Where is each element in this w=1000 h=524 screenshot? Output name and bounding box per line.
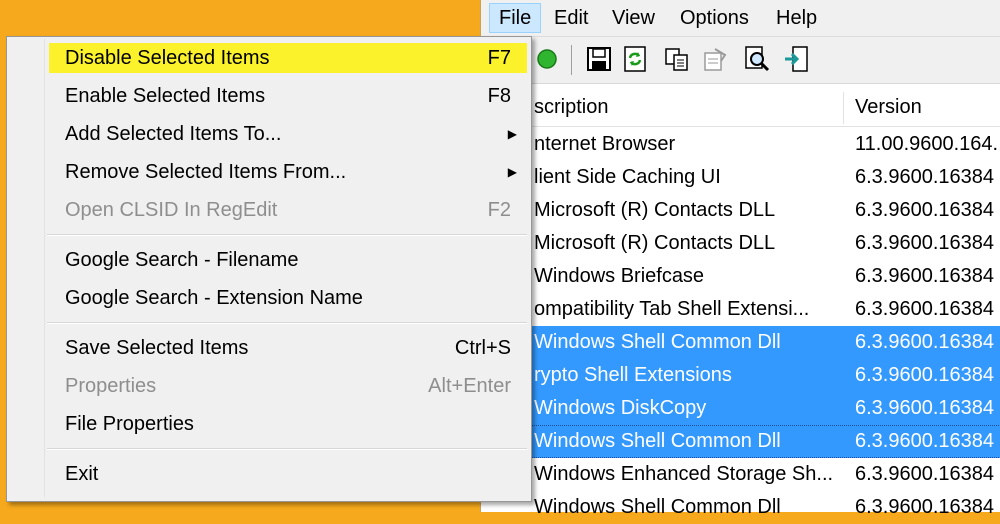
menu-edit[interactable]: Edit xyxy=(545,3,597,33)
row-description: Microsoft (R) Contacts DLL xyxy=(534,232,776,254)
menu-separator xyxy=(47,448,527,450)
menu-item-label: File Properties xyxy=(65,413,194,435)
menu-item-google-extension[interactable]: Google Search - Extension Name xyxy=(9,281,527,315)
toolbar-separator xyxy=(571,45,572,75)
column-version-header[interactable]: Version xyxy=(855,88,922,126)
table-row[interactable]: Windows DiskCopy 6.3.9600.16384 ... xyxy=(481,392,1000,425)
table-row[interactable]: nternet Browser 11.00.9600.164... xyxy=(481,128,1000,161)
row-version: 6.3.9600.16384 ... xyxy=(855,166,1000,188)
row-description: Windows Enhanced Storage Sh... xyxy=(534,463,834,485)
copy-icon[interactable] xyxy=(663,45,691,73)
menu-item-open-clsid: Open CLSID In RegEdit F2 xyxy=(9,193,527,227)
table-row[interactable]: Windows Enhanced Storage Sh... 6.3.9600.1… xyxy=(481,458,1000,491)
menu-item-properties: Properties Alt+Enter xyxy=(9,369,527,403)
app-window: File Edit View Options Help scription Ve… xyxy=(480,0,1000,518)
row-version: 6.3.9600.16384 ... xyxy=(855,298,1000,320)
file-menu: Disable Selected Items F7 Enable Selecte… xyxy=(6,36,532,502)
row-description: Microsoft (R) Contacts DLL xyxy=(534,199,776,221)
list-header: scription Version xyxy=(481,88,1000,127)
menu-item-shortcut: F8 xyxy=(487,85,511,107)
menu-item-shortcut: Ctrl+S xyxy=(454,337,511,359)
submenu-arrow-icon: ▶ xyxy=(507,127,517,141)
menu-item-label: Google Search - Filename xyxy=(65,249,299,271)
row-version: 6.3.9600.16384 ... xyxy=(855,265,1000,287)
row-version: 6.3.9600.16384 ... xyxy=(855,232,1000,254)
menu-item-label: Add Selected Items To... xyxy=(65,123,282,145)
menu-item-label: Remove Selected Items From... xyxy=(65,161,347,183)
row-version: 6.3.9600.16384 ... xyxy=(855,364,1000,386)
menu-item-shortcut: F2 xyxy=(487,199,511,221)
menu-help[interactable]: Help xyxy=(767,3,826,33)
menu-item-label: Google Search - Extension Name xyxy=(65,287,363,309)
properties-icon[interactable] xyxy=(701,45,729,73)
row-version: 11.00.9600.164... xyxy=(855,133,1000,155)
find-icon[interactable] xyxy=(743,45,771,73)
table-row[interactable]: Windows Shell Common Dll 6.3.9600.16384 .… xyxy=(481,326,1000,359)
menu-item-google-filename[interactable]: Google Search - Filename xyxy=(9,243,527,277)
row-version: 6.3.9600.16384 ... xyxy=(855,430,1000,452)
menu-item-file-properties[interactable]: File Properties xyxy=(9,407,527,441)
table-row[interactable]: Microsoft (R) Contacts DLL 6.3.9600.16384… xyxy=(481,227,1000,260)
row-description: Windows Shell Common Dll xyxy=(534,430,781,452)
menu-item-label: Properties xyxy=(65,375,157,397)
row-version: 6.3.9600.16384 ... xyxy=(855,199,1000,221)
table-row[interactable]: ompatibility Tab Shell Extensi... 6.3.960… xyxy=(481,293,1000,326)
row-description: ompatibility Tab Shell Extensi... xyxy=(534,298,810,320)
row-description: Windows Shell Common Dll xyxy=(534,331,781,353)
exit-icon[interactable] xyxy=(783,45,811,73)
row-description: Windows Shell Common Dll xyxy=(534,496,781,518)
menu-item-remove-selected-from[interactable]: Remove Selected Items From... ▶ xyxy=(9,155,527,189)
menu-item-add-selected-to[interactable]: Add Selected Items To... ▶ xyxy=(9,117,527,151)
refresh-icon[interactable] xyxy=(621,45,649,73)
row-description: rypto Shell Extensions xyxy=(534,364,732,386)
table-row[interactable]: Microsoft (R) Contacts DLL 6.3.9600.16384… xyxy=(481,194,1000,227)
table-row[interactable]: Windows Shell Common Dll 6.3.9600.16384 .… xyxy=(481,425,1000,458)
menu-item-exit[interactable]: Exit xyxy=(9,457,527,491)
menu-item-enable-selected[interactable]: Enable Selected Items F8 xyxy=(9,79,527,113)
menu-item-label: Save Selected Items xyxy=(65,337,249,359)
menu-item-shortcut: F7 xyxy=(487,47,511,69)
row-description: lient Side Caching UI xyxy=(534,166,721,188)
menu-separator xyxy=(47,234,527,236)
row-description: Windows Briefcase xyxy=(534,265,705,287)
menu-item-shortcut: Alt+Enter xyxy=(428,375,511,397)
green-circle-icon[interactable] xyxy=(533,45,561,73)
menu-item-label: Disable Selected Items xyxy=(65,47,270,69)
menu-item-label: Open CLSID In RegEdit xyxy=(65,199,278,221)
menu-file[interactable]: File xyxy=(489,3,542,33)
menu-item-save-selected[interactable]: Save Selected Items Ctrl+S xyxy=(9,331,527,365)
table-row[interactable]: Windows Shell Common Dll 6.3.9600.16384 .… xyxy=(481,491,1000,524)
row-description: nternet Browser xyxy=(534,133,676,155)
menu-item-label: Enable Selected Items xyxy=(65,85,266,107)
column-description-header[interactable]: scription xyxy=(534,88,608,126)
menu-separator xyxy=(47,322,527,324)
toolbar xyxy=(481,37,1000,84)
row-version: 6.3.9600.16384 ... xyxy=(855,496,1000,518)
table-row[interactable]: rypto Shell Extensions 6.3.9600.16384 ... xyxy=(481,359,1000,392)
column-divider[interactable] xyxy=(843,92,844,124)
row-version: 6.3.9600.16384 ... xyxy=(855,331,1000,353)
row-description: Windows DiskCopy xyxy=(534,397,707,419)
menu-item-label: Exit xyxy=(65,463,99,485)
menu-bar: File Edit View Options Help xyxy=(481,0,1000,37)
menu-item-disable-selected[interactable]: Disable Selected Items F7 xyxy=(9,41,527,75)
row-version: 6.3.9600.16384 ... xyxy=(855,397,1000,419)
save-icon[interactable] xyxy=(585,45,613,73)
items-list: nternet Browser 11.00.9600.164... lient Si… xyxy=(481,128,1000,524)
table-row[interactable]: Windows Briefcase 6.3.9600.16384 ... xyxy=(481,260,1000,293)
menu-view[interactable]: View xyxy=(603,3,664,33)
table-row[interactable]: lient Side Caching UI 6.3.9600.16384 ... xyxy=(481,161,1000,194)
row-version: 6.3.9600.16384 ... xyxy=(855,463,1000,485)
submenu-arrow-icon: ▶ xyxy=(507,165,517,179)
menu-options[interactable]: Options xyxy=(671,3,758,33)
